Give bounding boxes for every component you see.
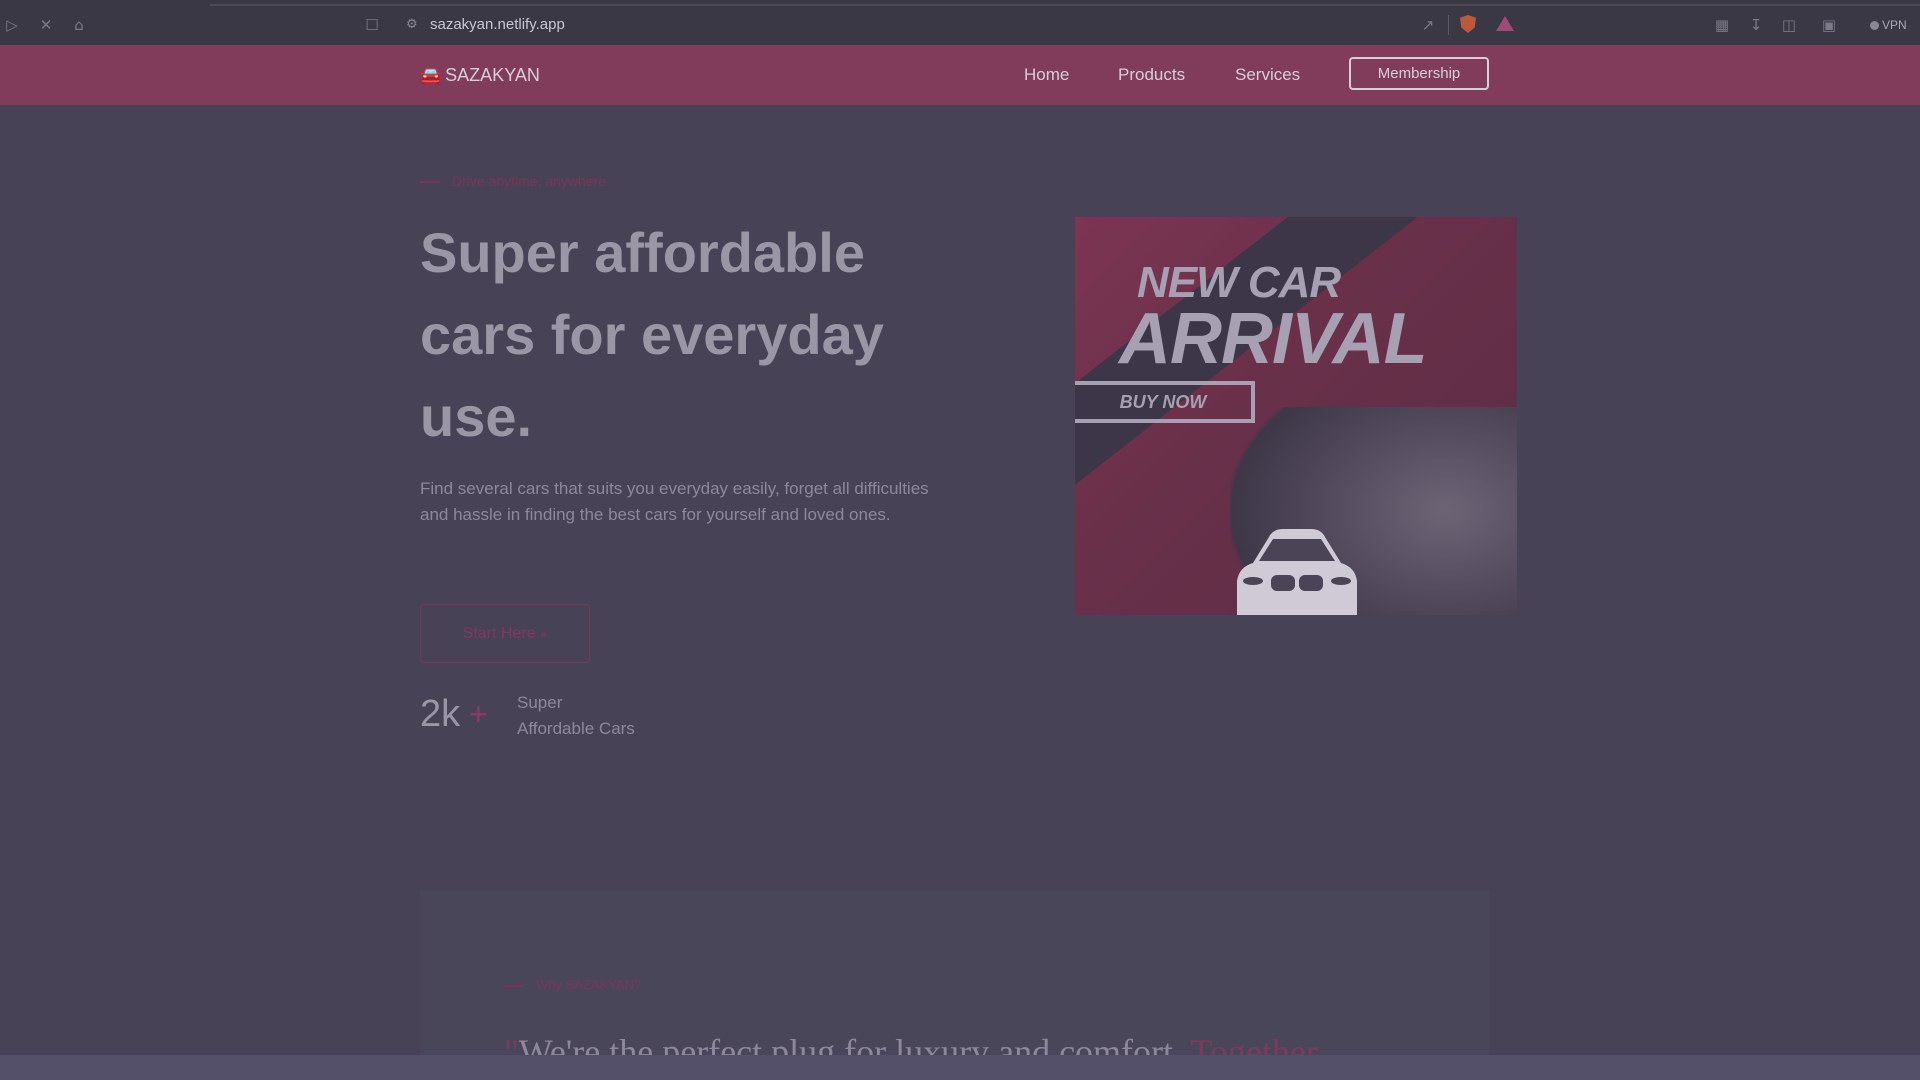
hero-eyebrow: Drive anytime, anywhere xyxy=(420,172,606,190)
vpn-icon xyxy=(1870,21,1879,30)
bottom-bar xyxy=(0,1055,1920,1080)
hero-headline: Super affordable cars for everyday use. xyxy=(420,221,884,448)
brand-logo[interactable]: 🚘 SAZAKYAN xyxy=(420,63,540,88)
why-eyebrow: Why SAZAKYAN? xyxy=(504,976,641,994)
eyebrow-dash xyxy=(420,181,440,184)
vpn-label: VPN xyxy=(1882,18,1907,32)
double-chevron-down-icon: » xyxy=(540,627,548,641)
play-icon[interactable]: ▷ xyxy=(2,15,22,35)
why-section: Why SAZAKYAN? "We're the perfect plug fo… xyxy=(420,890,1490,1080)
stat-label-line2: Affordable Cars xyxy=(517,719,635,738)
bookmark-icon[interactable]: ☐ xyxy=(362,15,382,35)
why-eyebrow-text: Why SAZAKYAN? xyxy=(536,977,642,992)
nav-home-link[interactable]: Home xyxy=(1024,63,1069,87)
car-front-icon xyxy=(1237,529,1357,615)
share-icon[interactable]: ↗ xyxy=(1418,15,1438,35)
brave-rewards-icon[interactable] xyxy=(1496,16,1514,31)
brave-shield-icon[interactable] xyxy=(1460,15,1476,33)
stat-value: 2k xyxy=(420,693,461,735)
close-icon[interactable]: ✕ xyxy=(36,15,56,35)
tab-strip-line xyxy=(210,4,1920,6)
banner-line2: ARRIVAL xyxy=(1119,299,1428,379)
sidebar-icon[interactable]: ◫ xyxy=(1779,15,1799,35)
nav-products-link[interactable]: Products xyxy=(1118,63,1185,87)
why-eyebrow-dash xyxy=(504,984,524,987)
site-settings-icon[interactable]: ⚙ xyxy=(406,15,418,35)
stat-label: Super Affordable Cars xyxy=(517,690,737,742)
home-icon[interactable]: ⌂ xyxy=(69,15,89,35)
membership-button[interactable]: Membership xyxy=(1349,57,1489,90)
start-here-button[interactable]: Start Here » xyxy=(420,604,590,663)
new-car-arrival-banner: NEW CAR ARRIVAL BUY NOW xyxy=(1075,217,1517,615)
browser-toolbar: ▷ ✕ ⌂ ☐ ⚙ sazakyan.netlify.app ↗ ▦ ↧ ◫ ▣… xyxy=(0,0,1920,45)
hero-description: Find several cars that suits you everyda… xyxy=(420,479,929,524)
toolbar-divider xyxy=(1448,15,1449,35)
address-bar[interactable]: sazakyan.netlify.app xyxy=(430,15,565,35)
hero-eyebrow-text: Drive anytime, anywhere xyxy=(452,173,607,189)
nav-services-link[interactable]: Services xyxy=(1235,63,1300,87)
banner-buy-now: BUY NOW xyxy=(1075,381,1255,423)
download-icon[interactable]: ↧ xyxy=(1746,15,1766,35)
extensions-icon[interactable]: ▦ xyxy=(1712,15,1732,35)
stat-label-line1: Super xyxy=(517,693,563,712)
car-icon: 🚘 xyxy=(420,66,442,86)
stat-plus: + xyxy=(469,696,488,732)
brand-name: SAZAKYAN xyxy=(445,65,540,85)
wallet-icon[interactable]: ▣ xyxy=(1819,15,1839,35)
start-here-label: Start Here xyxy=(462,625,536,642)
vpn-button[interactable]: VPN xyxy=(1870,15,1907,35)
site-navbar: 🚘 SAZAKYAN Home Products Services Members… xyxy=(0,45,1920,105)
